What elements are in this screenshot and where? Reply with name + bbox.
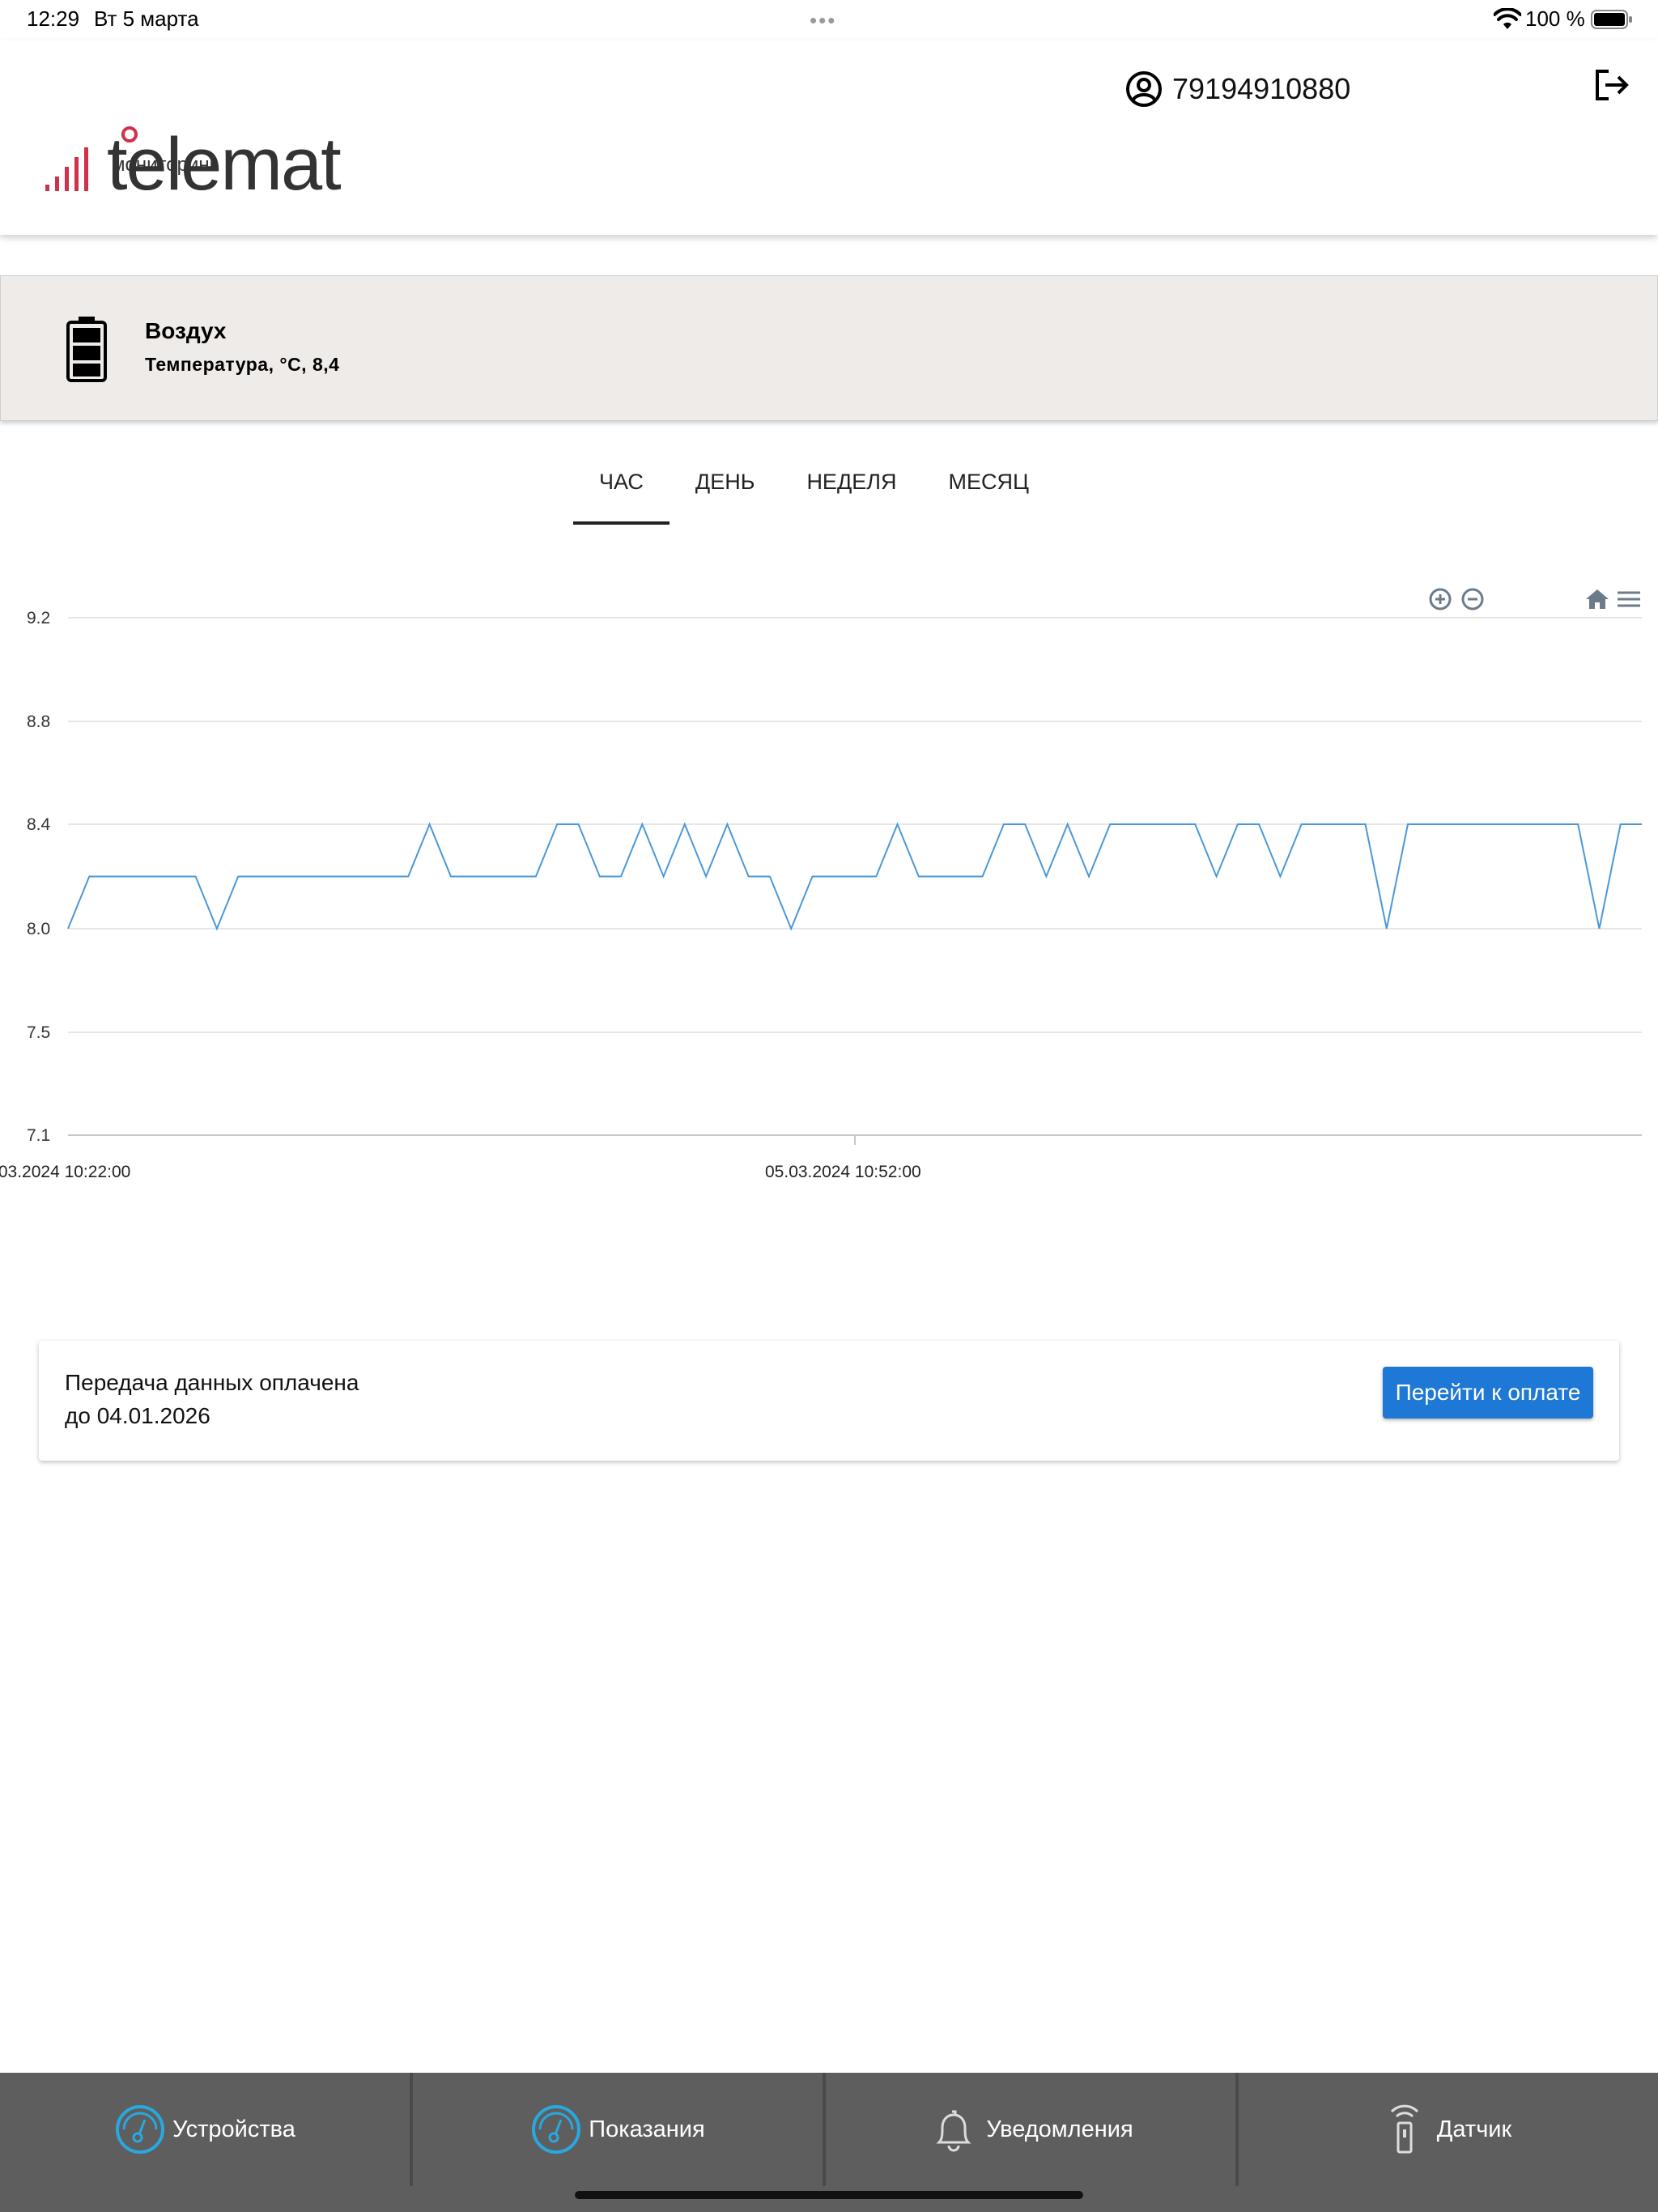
nav-readings-label: Показания [589, 2116, 705, 2142]
telemat-logo: telemat [45, 123, 342, 206]
tab-day[interactable]: ДЕНЬ [670, 460, 781, 525]
user-account[interactable]: 79194910880 [1125, 69, 1350, 109]
period-tabs: ЧАС ДЕНЬ НЕДЕЛЯ МЕСЯЦ [573, 460, 1055, 525]
y-tick-label: 8.8 [27, 713, 50, 731]
temperature-series-line [67, 822, 1642, 931]
tab-week[interactable]: НЕДЕЛЯ [780, 460, 922, 525]
status-time: 12:29 [27, 6, 80, 31]
bell-icon [936, 2110, 971, 2152]
nav-notifications-label: Уведомления [986, 2116, 1133, 2142]
zoom-in-icon[interactable] [1427, 586, 1453, 612]
multitask-dots[interactable]: ••• [810, 8, 836, 33]
y-tick-label: 8.4 [27, 815, 51, 834]
tab-hour[interactable]: ЧАС [573, 460, 670, 525]
nav-sensor[interactable]: Датчик [1239, 2073, 1652, 2186]
chart-menu-icon[interactable] [1616, 586, 1642, 612]
temperature-chart[interactable]: 9.2 8.8 8.4 8.0 7.5 7.1 .03.2024 10:22:00 05.03… [0, 567, 1658, 1198]
gauge-icon [532, 2105, 581, 2154]
gauge-icon [116, 2105, 165, 2154]
nav-devices[interactable]: Устройства [0, 2073, 413, 2186]
account-circle-icon [1126, 71, 1162, 107]
device-card[interactable]: Воздух Температура, °C, 8,4 [0, 275, 1658, 421]
logo-subtitle: мониторинг [112, 154, 217, 176]
nav-notifications[interactable]: Уведомления [826, 2073, 1239, 2186]
go-to-payment-button[interactable]: Перейти к оплате [1383, 1367, 1593, 1419]
y-tick-label: 7.1 [27, 1126, 50, 1145]
home-indicator [575, 2191, 1083, 2199]
payment-status: Передача данных оплачена [65, 1370, 359, 1395]
nav-devices-label: Устройства [172, 2116, 295, 2142]
x-tick-label: 05.03.2024 10:52:00 [765, 1163, 921, 1181]
device-name: Воздух [145, 318, 227, 343]
app-header: telemat мониторинг 79194910880 [0, 40, 1658, 235]
nav-readings[interactable]: Показания [413, 2073, 826, 2186]
tab-month[interactable]: МЕСЯЦ [922, 460, 1054, 525]
user-phone: 79194910880 [1172, 72, 1351, 105]
y-tick-label: 7.5 [27, 1023, 50, 1042]
reset-zoom-home-icon[interactable] [1584, 586, 1610, 612]
status-date: Вт 5 марта [94, 6, 199, 31]
logout-icon[interactable] [1591, 65, 1631, 105]
zoom-out-icon[interactable] [1460, 586, 1486, 612]
battery-status-icon [1591, 10, 1632, 29]
x-tick-label: .03.2024 10:22:00 [0, 1163, 130, 1181]
payment-until-date: до 04.01.2026 [65, 1403, 210, 1428]
wifi-icon [1494, 8, 1521, 29]
status-bar: 12:29 Вт 5 марта ••• 100 % [0, 0, 1658, 40]
y-tick-label: 8.0 [27, 920, 50, 938]
chart-svg: 9.2 8.8 8.4 8.0 7.5 7.1 .03.2024 10:22:00 05.03… [0, 609, 1642, 1181]
payment-card: Передача данных оплачена до 04.01.2026 П… [39, 1341, 1619, 1461]
y-tick-label: 9.2 [27, 609, 50, 627]
device-reading: Температура, °C, 8,4 [145, 354, 340, 375]
battery-percent: 100 % [1525, 6, 1585, 31]
nav-sensor-label: Датчик [1436, 2116, 1512, 2142]
sensor-icon [1390, 2104, 1418, 2154]
battery-full-icon [66, 317, 107, 382]
